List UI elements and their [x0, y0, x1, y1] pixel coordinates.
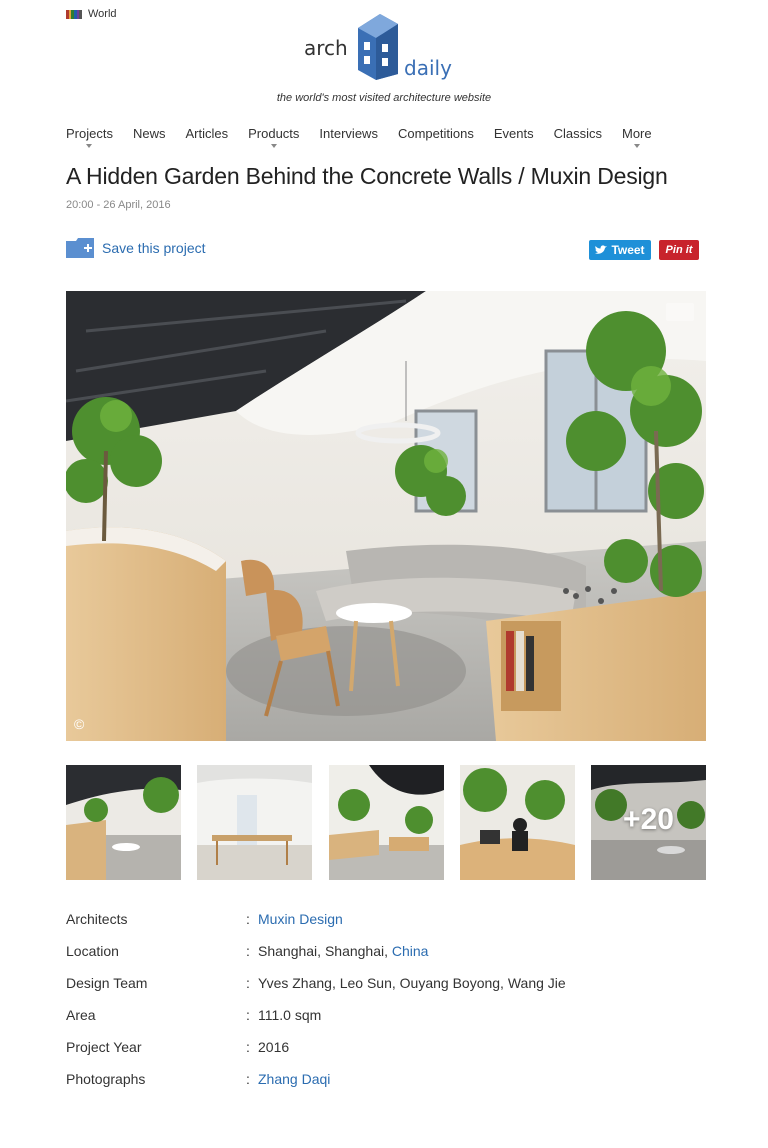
nav-item-articles[interactable]: Articles: [185, 126, 228, 141]
pinterest-button[interactable]: Pin it: [659, 240, 699, 260]
project-specs: Architects : Muxin Design Location : Sha…: [66, 909, 706, 1101]
save-project-label: Save this project: [102, 240, 206, 256]
logo-word-arch: arch: [304, 36, 348, 60]
thumb-photo: [197, 765, 312, 880]
spec-label: Area: [66, 1007, 96, 1023]
spec-label: Photographs: [66, 1071, 146, 1087]
location-text: Shanghai, Shanghai,: [258, 943, 392, 959]
tagline: the world's most visited architecture we…: [276, 92, 492, 104]
spec-value: Shanghai, Shanghai, China: [258, 943, 428, 959]
hero-photo[interactable]: ©: [66, 291, 706, 741]
save-project-button[interactable]: Save this project: [66, 238, 206, 258]
chevron-down-icon: [86, 144, 93, 148]
bird-icon: [595, 245, 608, 254]
nav-item-projects[interactable]: Projects: [66, 126, 113, 148]
spec-colon: :: [246, 1071, 250, 1087]
nav-label: Products: [248, 126, 300, 141]
spec-row-project-year: Project Year : 2016: [66, 1037, 706, 1069]
nav-item-news[interactable]: News: [133, 126, 166, 141]
article-date: 20:00 - 26 April, 2016: [66, 199, 171, 211]
spec-label: Location: [66, 943, 119, 959]
gallery-thumb-2[interactable]: [197, 765, 312, 880]
spec-row-photographs: Photographs : Zhang Daqi: [66, 1069, 706, 1101]
nav-label: Articles: [185, 126, 229, 141]
country-link[interactable]: China: [392, 943, 429, 959]
spec-row-design-team: Design Team : Yves Zhang, Leo Sun, Ouyan…: [66, 973, 706, 1005]
spec-row-area: Area : 111.0 sqm: [66, 1005, 706, 1037]
nav-label: Competitions: [397, 126, 474, 141]
thumb-photo: [329, 765, 444, 880]
main-nav: Projects News Articles Products Intervie…: [66, 126, 672, 148]
nav-label: Events: [493, 126, 534, 141]
nav-item-events[interactable]: Events: [494, 126, 534, 141]
pin-label: Pin it: [665, 244, 693, 256]
gallery-thumb-4[interactable]: [460, 765, 575, 880]
spec-value: Muxin Design: [258, 911, 343, 927]
nav-item-products[interactable]: Products: [248, 126, 300, 148]
nav-label: More: [621, 126, 652, 141]
spec-row-architects: Architects : Muxin Design: [66, 909, 706, 941]
thumb-photo: [460, 765, 575, 880]
logo-word-daily: daily: [404, 56, 452, 80]
architect-link[interactable]: Muxin Design: [258, 911, 343, 927]
nav-label: Classics: [553, 126, 602, 141]
spec-row-location: Location : Shanghai, Shanghai, China: [66, 941, 706, 973]
spec-colon: :: [246, 911, 250, 927]
spec-label: Project Year: [66, 1039, 142, 1055]
nav-item-competitions[interactable]: Competitions: [398, 126, 474, 141]
folder-plus-icon: [66, 238, 94, 258]
tweet-button[interactable]: Tweet: [589, 240, 651, 260]
gallery-more-thumb[interactable]: +20: [591, 765, 706, 880]
spec-colon: :: [246, 1039, 250, 1055]
photographer-link[interactable]: Zhang Daqi: [258, 1071, 330, 1087]
article-title: A Hidden Garden Behind the Concrete Wall…: [66, 163, 668, 189]
spec-colon: :: [246, 943, 250, 959]
spec-label: Architects: [66, 911, 128, 927]
spec-colon: :: [246, 1007, 250, 1023]
interior-photo: [66, 291, 706, 741]
gallery-thumb-3[interactable]: [329, 765, 444, 880]
chevron-down-icon: [270, 144, 277, 148]
nav-item-more[interactable]: More: [621, 126, 652, 148]
gallery-thumb-1[interactable]: [66, 765, 181, 880]
spec-colon: :: [246, 975, 250, 991]
nav-label: News: [132, 126, 166, 141]
camera-folder-icon[interactable]: [666, 303, 694, 321]
spec-label: Design Team: [66, 975, 148, 991]
nav-label: Projects: [66, 126, 113, 141]
nav-item-interviews[interactable]: Interviews: [319, 126, 378, 141]
nav-item-classics[interactable]: Classics: [554, 126, 602, 141]
nav-label: Interviews: [319, 126, 378, 141]
region-selector[interactable]: World: [66, 8, 117, 20]
tweet-label: Tweet: [611, 243, 645, 257]
more-photos-count: +20: [623, 803, 674, 836]
area-value: 111.0 sqm: [258, 1007, 322, 1023]
flag-icon: [66, 9, 83, 19]
copyright-mark: ©: [74, 716, 85, 732]
project-year-value: 2016: [258, 1039, 290, 1055]
spec-value: Zhang Daqi: [258, 1071, 330, 1087]
chevron-down-icon: [633, 144, 640, 148]
archdaily-logo[interactable]: arch daily: [300, 6, 460, 86]
design-team-value: Yves Zhang, Leo Sun, Ouyang Boyong, Wang…: [258, 975, 566, 991]
region-label: World: [88, 8, 117, 20]
thumb-photo: [66, 765, 181, 880]
